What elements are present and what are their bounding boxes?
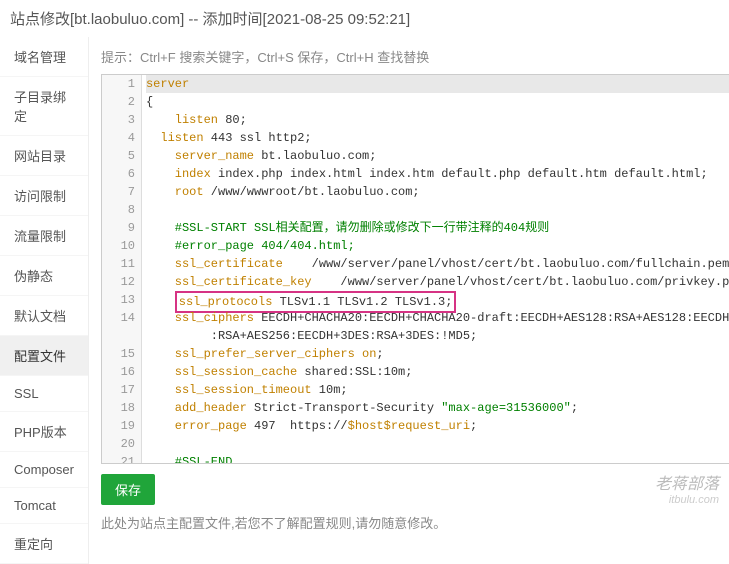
main-layout: 域名管理子目录绑定网站目录访问限制流量限制伪静态默认文档配置文件SSLPHP版本… (0, 37, 729, 564)
code-line[interactable]: listen 80; (146, 111, 729, 129)
line-number: 19 (102, 417, 141, 435)
config-editor[interactable]: 123456789101112131415161718192021 server… (101, 74, 729, 464)
code-line[interactable]: server (146, 75, 729, 93)
line-number: 1 (102, 75, 141, 93)
sidebar-item-9[interactable]: PHP版本 (0, 412, 88, 452)
sidebar-item-0[interactable]: 域名管理 (0, 37, 88, 77)
dialog-title: 站点修改[bt.laobuluo.com] -- 添加时间[2021-08-25… (0, 0, 729, 37)
line-number: 21 (102, 453, 141, 464)
line-number: 9 (102, 219, 141, 237)
code-line[interactable]: { (146, 93, 729, 111)
sidebar-item-3[interactable]: 访问限制 (0, 176, 88, 216)
line-number: 18 (102, 399, 141, 417)
line-number: 6 (102, 165, 141, 183)
code-line[interactable]: :RSA+AES256:EECDH+3DES:RSA+3DES:!MD5; (146, 327, 729, 345)
line-number: 11 (102, 255, 141, 273)
code-line[interactable]: listen 443 ssl http2; (146, 129, 729, 147)
line-number: 10 (102, 237, 141, 255)
line-number: 8 (102, 201, 141, 219)
code-line[interactable]: ssl_protocols TLSv1.1 TLSv1.2 TLSv1.3; (146, 291, 729, 309)
sidebar-item-5[interactable]: 伪静态 (0, 256, 88, 296)
code-line[interactable]: ssl_session_cache shared:SSL:10m; (146, 363, 729, 381)
line-number: 7 (102, 183, 141, 201)
sidebar: 域名管理子目录绑定网站目录访问限制流量限制伪静态默认文档配置文件SSLPHP版本… (0, 37, 89, 564)
hint-text: 提示：Ctrl+F 搜索关键字，Ctrl+S 保存，Ctrl+H 查找替换 (101, 47, 729, 66)
editor-gutter: 123456789101112131415161718192021 (102, 75, 142, 463)
save-button[interactable]: 保存 (101, 474, 155, 505)
code-line[interactable]: ssl_session_timeout 10m; (146, 381, 729, 399)
line-number (102, 327, 141, 345)
line-number: 16 (102, 363, 141, 381)
sidebar-item-4[interactable]: 流量限制 (0, 216, 88, 256)
code-line[interactable]: error_page 497 https://$host$request_uri… (146, 417, 729, 435)
sidebar-item-11[interactable]: Tomcat (0, 488, 88, 524)
code-line[interactable]: server_name bt.laobuluo.com; (146, 147, 729, 165)
code-line[interactable]: #SSL-START SSL相关配置，请勿删除或修改下一行带注释的404规则 (146, 219, 729, 237)
sidebar-item-6[interactable]: 默认文档 (0, 296, 88, 336)
sidebar-item-8[interactable]: SSL (0, 376, 88, 412)
sidebar-item-12[interactable]: 重定向 (0, 524, 88, 564)
code-line[interactable] (146, 435, 729, 453)
code-line[interactable]: index index.php index.html index.htm def… (146, 165, 729, 183)
code-line[interactable]: #SSL-END (146, 453, 729, 464)
code-line[interactable]: add_header Strict-Transport-Security "ma… (146, 399, 729, 417)
editor-code[interactable]: server{ listen 80; listen 443 ssl http2;… (142, 75, 729, 464)
sidebar-item-10[interactable]: Composer (0, 452, 88, 488)
line-number: 20 (102, 435, 141, 453)
footer-note: 此处为站点主配置文件,若您不了解配置规则,请勿随意修改。 (101, 513, 729, 532)
content-area: 提示：Ctrl+F 搜索关键字，Ctrl+S 保存，Ctrl+H 查找替换 12… (89, 37, 729, 564)
line-number: 5 (102, 147, 141, 165)
line-number: 14 (102, 309, 141, 327)
code-line[interactable]: root /www/wwwroot/bt.laobuluo.com; (146, 183, 729, 201)
line-number: 17 (102, 381, 141, 399)
code-line[interactable]: ssl_ciphers EECDH+CHACHA20:EECDH+CHACHA2… (146, 309, 729, 327)
line-number: 13 (102, 291, 141, 309)
code-line[interactable]: ssl_prefer_server_ciphers on; (146, 345, 729, 363)
line-number: 12 (102, 273, 141, 291)
sidebar-item-1[interactable]: 子目录绑定 (0, 77, 88, 136)
sidebar-item-2[interactable]: 网站目录 (0, 136, 88, 176)
line-number: 3 (102, 111, 141, 129)
line-number: 4 (102, 129, 141, 147)
code-line[interactable]: ssl_certificate_key /www/server/panel/vh… (146, 273, 729, 291)
code-line[interactable]: #error_page 404/404.html; (146, 237, 729, 255)
line-number: 2 (102, 93, 141, 111)
code-line[interactable]: ssl_certificate /www/server/panel/vhost/… (146, 255, 729, 273)
code-line[interactable] (146, 201, 729, 219)
sidebar-item-7[interactable]: 配置文件 (0, 336, 88, 376)
line-number: 15 (102, 345, 141, 363)
